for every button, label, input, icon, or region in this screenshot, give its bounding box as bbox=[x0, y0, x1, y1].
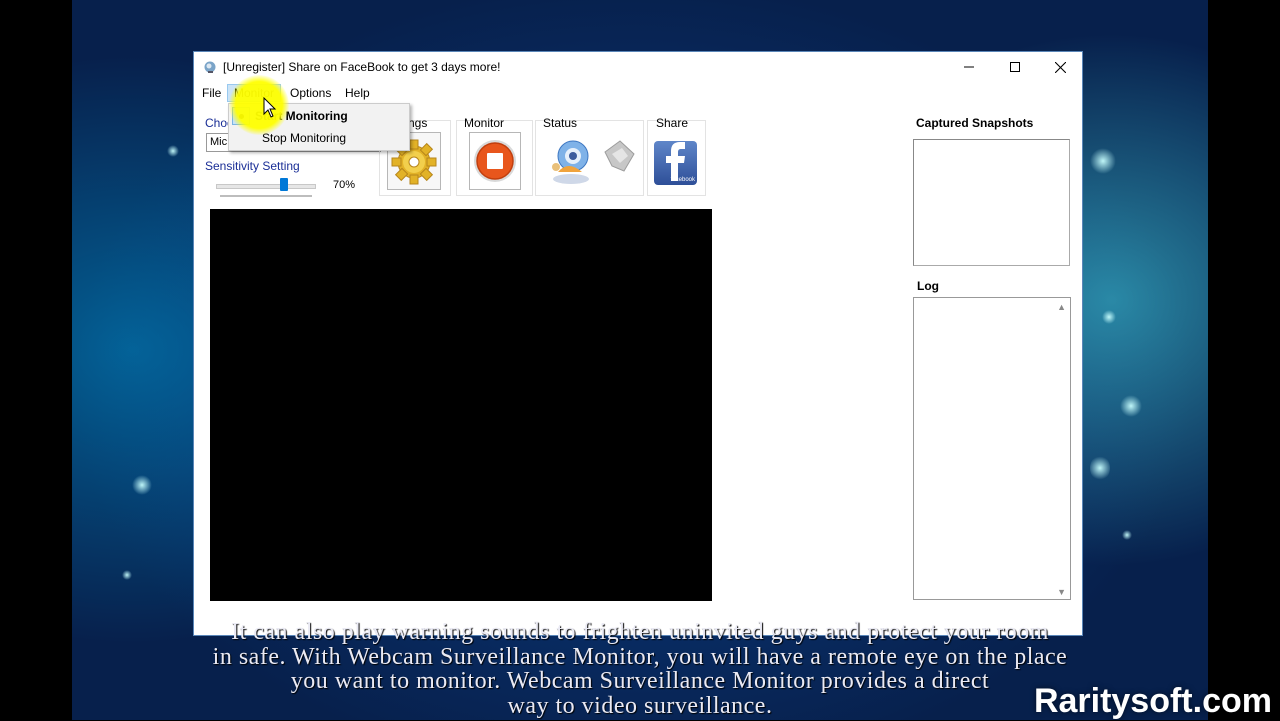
snapshots-panel[interactable] bbox=[913, 139, 1070, 266]
sensitivity-slider-track[interactable] bbox=[216, 184, 316, 189]
menu-stop-monitoring-label: Stop Monitoring bbox=[262, 131, 347, 145]
scroll-up-icon[interactable]: ▲ bbox=[1057, 302, 1066, 312]
app-window: [Unregister] Share on FaceBook to get 3 … bbox=[193, 51, 1083, 636]
sparkle bbox=[1090, 455, 1110, 481]
scroll-down-icon[interactable]: ▼ bbox=[1057, 587, 1066, 597]
maximize-icon bbox=[1010, 62, 1020, 72]
sparkle bbox=[1122, 530, 1132, 540]
menu-start-monitoring[interactable]: Start Monitoring bbox=[229, 105, 409, 127]
stop-monitor-button[interactable] bbox=[469, 132, 521, 190]
close-button[interactable] bbox=[1037, 52, 1083, 82]
minimize-icon bbox=[964, 66, 974, 68]
monitor-group-label: Monitor bbox=[464, 116, 505, 130]
facebook-share-button[interactable]: facebook bbox=[654, 141, 697, 185]
sensitivity-slider-thumb[interactable] bbox=[280, 178, 288, 191]
settings-group-label: ngs bbox=[408, 116, 428, 130]
sensitivity-label: Sensitivity Setting bbox=[205, 159, 300, 173]
sparkle bbox=[132, 475, 152, 495]
log-textbox[interactable]: ▲ ▼ bbox=[913, 297, 1071, 600]
sparkle bbox=[1090, 148, 1116, 174]
sensitivity-value: 70% bbox=[333, 179, 356, 191]
stop-icon bbox=[474, 140, 516, 182]
sparkle bbox=[167, 145, 179, 157]
title-bar[interactable]: [Unregister] Share on FaceBook to get 3 … bbox=[194, 52, 1082, 83]
share-group-label: Share bbox=[656, 116, 689, 130]
caption-line: in safe. With Webcam Surveillance Monito… bbox=[212, 643, 1068, 670]
menu-bar: File Monitor Options Help bbox=[194, 83, 1082, 103]
log-label: Log bbox=[917, 279, 939, 293]
status-group-label: Status bbox=[543, 116, 578, 130]
snapshots-label: Captured Snapshots bbox=[916, 116, 1034, 130]
maximize-button[interactable] bbox=[992, 52, 1038, 82]
menu-options[interactable]: Options bbox=[284, 85, 337, 101]
connection-status-icon bbox=[604, 140, 635, 172]
caption-line: It can also play warning sounds to frigh… bbox=[231, 619, 1049, 645]
webcam-status-icon[interactable] bbox=[546, 138, 592, 186]
monitor-dropdown-menu: Start Monitoring Stop Monitoring bbox=[228, 103, 410, 151]
sparkle bbox=[122, 570, 132, 580]
watermark: Raritysoft.com bbox=[1033, 682, 1272, 720]
mouse-pointer-icon bbox=[263, 97, 277, 118]
sparkle bbox=[1120, 395, 1142, 417]
video-preview bbox=[210, 209, 712, 601]
menu-stop-monitoring[interactable]: Stop Monitoring bbox=[229, 127, 409, 149]
menu-file[interactable]: File bbox=[196, 85, 227, 101]
window-title: [Unregister] Share on FaceBook to get 3 … bbox=[223, 60, 501, 74]
sparkle bbox=[1102, 310, 1116, 324]
radio-check-icon bbox=[232, 107, 250, 125]
facebook-badge: facebook bbox=[670, 177, 695, 183]
sensitivity-slider-baseline bbox=[220, 195, 312, 197]
app-icon bbox=[204, 61, 216, 73]
minimize-button[interactable] bbox=[946, 52, 992, 82]
menu-help[interactable]: Help bbox=[339, 85, 376, 101]
close-icon bbox=[1054, 61, 1066, 73]
